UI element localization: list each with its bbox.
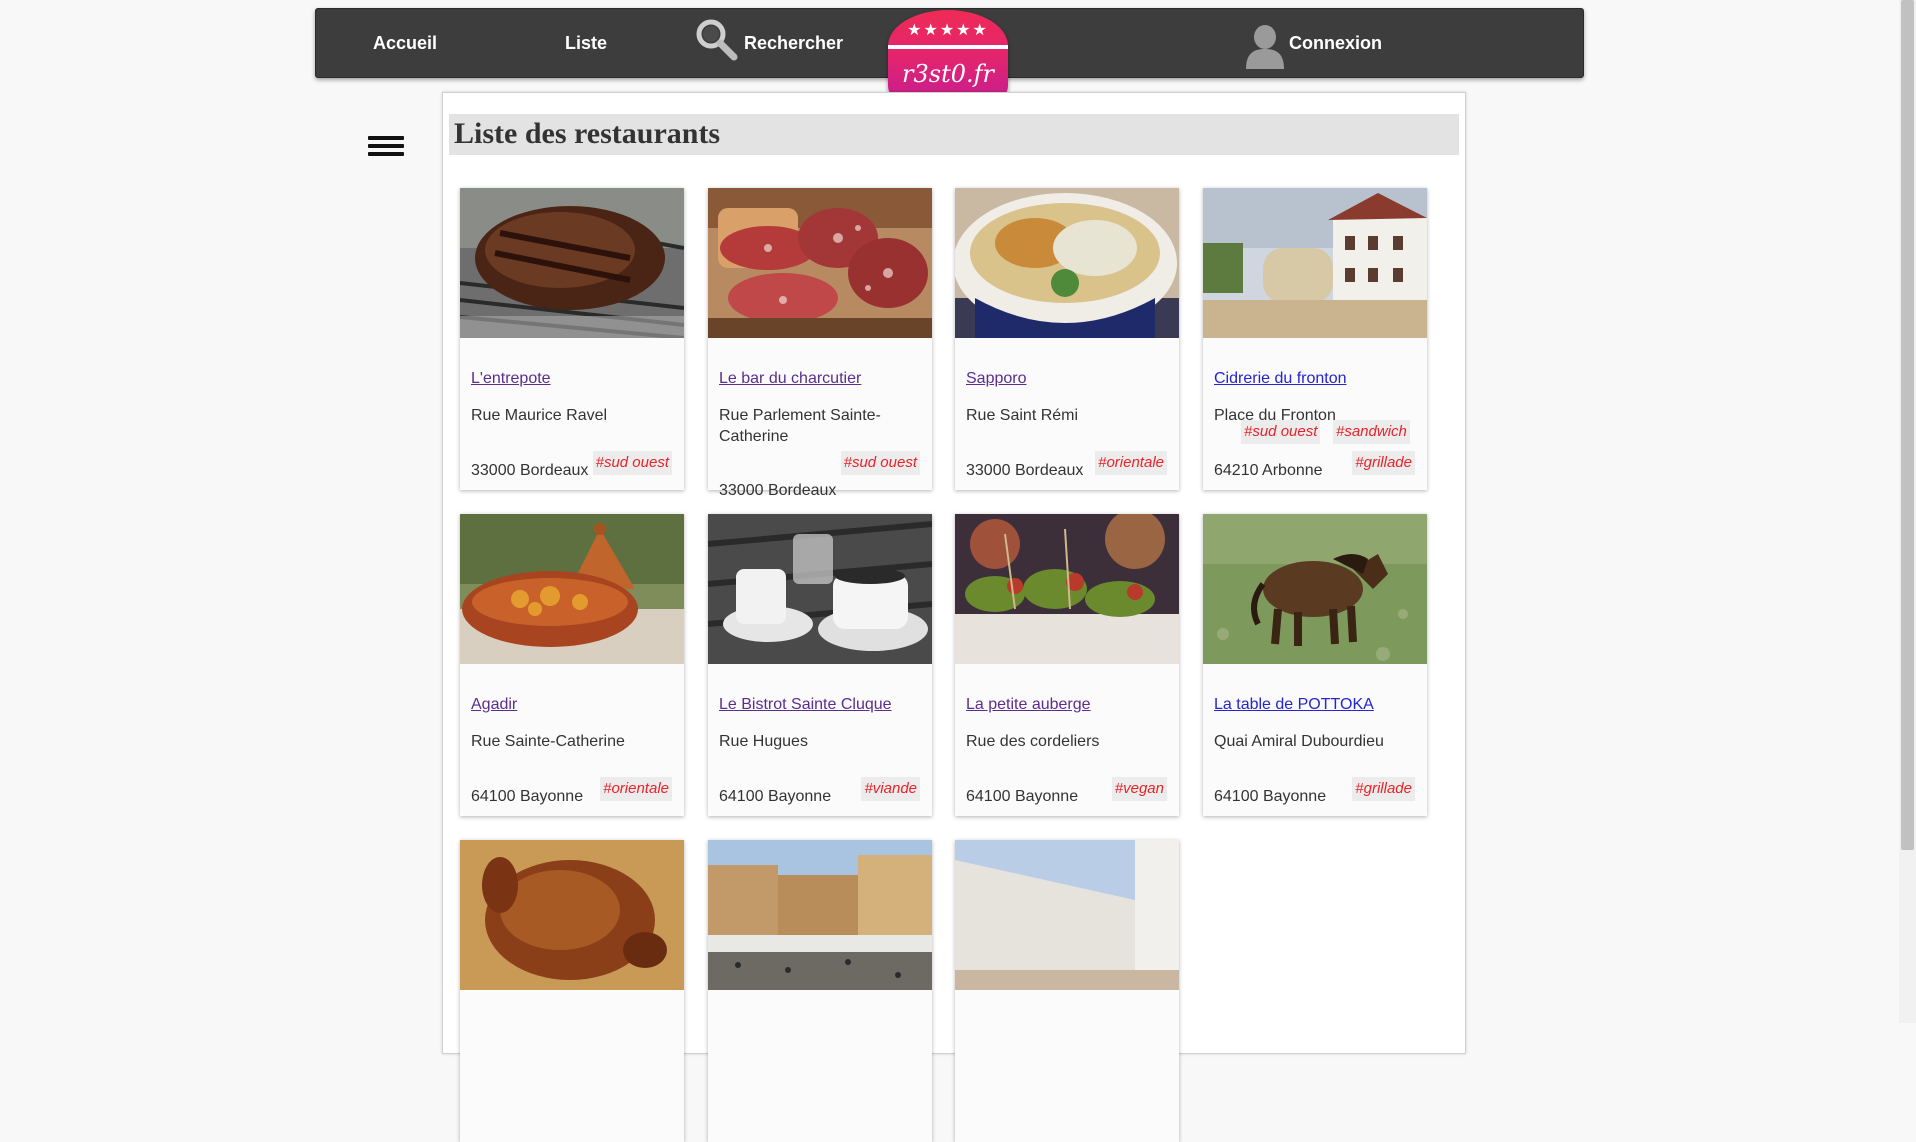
restaurant-city: 64100 Bayonne: [1214, 788, 1327, 805]
restaurant-name-link[interactable]: Le bar du charcutier: [719, 370, 861, 388]
restaurant-tag[interactable]: #orientale: [600, 777, 672, 801]
restaurant-city: 33000 Bordeaux: [719, 482, 837, 499]
restaurant-card: [708, 840, 932, 1142]
restaurant-city: 64100 Bayonne: [966, 788, 1079, 805]
restaurant-card: Cidrerie du fronton Place du Fronton #su…: [1203, 188, 1427, 490]
restaurant-photo[interactable]: [460, 514, 684, 664]
restaurant-photo[interactable]: [1203, 514, 1427, 664]
restaurant-street: Rue Hugues: [719, 733, 808, 750]
restaurant-tag[interactable]: #grillade: [1352, 451, 1415, 475]
restaurant-photo[interactable]: [1203, 188, 1427, 338]
nav-liste-link[interactable]: Liste: [565, 9, 607, 77]
restaurant-street: Rue Sainte-Catherine: [471, 733, 625, 750]
restaurant-photo[interactable]: [708, 514, 932, 664]
restaurant-tag[interactable]: #viande: [861, 777, 920, 801]
restaurant-street: Rue Maurice Ravel: [471, 407, 608, 424]
vertical-scrollbar[interactable]: [1899, 0, 1916, 1023]
logo-text: r3st0.fr: [902, 60, 994, 88]
restaurant-name-link[interactable]: Le Bistrot Sainte Cluque: [719, 696, 892, 714]
restaurant-photo[interactable]: [460, 840, 684, 990]
user-icon[interactable]: [1244, 23, 1286, 69]
nav-accueil-link[interactable]: Accueil: [373, 9, 437, 77]
restaurant-city: 33000 Bordeaux: [966, 462, 1084, 479]
restaurant-card: Sapporo Rue Saint Rémi 33000 Bordeaux #o…: [955, 188, 1179, 490]
restaurant-card: Le bar du charcutier Rue Parlement Saint…: [708, 188, 932, 499]
nav-connexion-link[interactable]: Connexion: [1289, 9, 1382, 77]
hamburger-menu-icon[interactable]: [368, 136, 404, 158]
search-icon[interactable]: [694, 17, 740, 63]
restaurant-city: 64100 Bayonne: [719, 788, 832, 805]
restaurant-tag[interactable]: #grillade: [1352, 777, 1415, 801]
restaurant-street: Rue des cordeliers: [966, 733, 1100, 750]
nav-rechercher-link[interactable]: Rechercher: [744, 9, 843, 77]
restaurant-card: La petite auberge Rue des cordeliers 641…: [955, 514, 1179, 816]
restaurant-name-link[interactable]: L'entrepote: [471, 370, 551, 388]
restaurant-name-link[interactable]: La table de POTTOKA: [1214, 696, 1374, 714]
restaurant-street: Rue Parlement Sainte-Catherine: [719, 407, 881, 445]
restaurant-photo[interactable]: [955, 840, 1179, 990]
restaurant-photo[interactable]: [708, 188, 932, 338]
restaurant-tag[interactable]: #sandwich: [1333, 420, 1410, 444]
restaurant-card: Agadir Rue Sainte-Catherine 64100 Bayonn…: [460, 514, 684, 816]
restaurant-name-link[interactable]: Sapporo: [966, 370, 1027, 388]
restaurant-name-link[interactable]: Cidrerie du fronton: [1214, 370, 1347, 388]
restaurant-name-link[interactable]: La petite auberge: [966, 696, 1091, 714]
restaurant-photo[interactable]: [460, 188, 684, 338]
restaurant-photo[interactable]: [708, 840, 932, 990]
restaurant-city: 33000 Bordeaux: [471, 462, 589, 479]
logo-band: [888, 45, 1008, 49]
restaurant-tag[interactable]: #sud ouest: [1241, 420, 1321, 444]
scrollbar-thumb[interactable]: [1901, 0, 1914, 850]
restaurant-card: [955, 840, 1179, 1142]
restaurant-city: 64210 Arbonne: [1214, 462, 1323, 479]
title-bar: Liste des restaurants: [449, 114, 1459, 155]
restaurant-name-link[interactable]: Agadir: [471, 696, 517, 714]
restaurant-photo[interactable]: [955, 188, 1179, 338]
restaurant-card: La table de POTTOKA Quai Amiral Dubourdi…: [1203, 514, 1427, 816]
restaurant-card: [460, 840, 684, 1142]
restaurant-photo[interactable]: [955, 514, 1179, 664]
main-panel: Liste des restaurants L'entrepote Rue Ma…: [442, 92, 1466, 1142]
restaurant-tag[interactable]: #sud ouest: [592, 451, 672, 475]
restaurant-card: L'entrepote Rue Maurice Ravel 33000 Bord…: [460, 188, 684, 490]
restaurant-tag[interactable]: #vegan: [1111, 777, 1167, 801]
restaurant-street: Quai Amiral Dubourdieu: [1214, 733, 1384, 750]
restaurant-city: 64100 Bayonne: [471, 788, 584, 805]
restaurant-tag[interactable]: #orientale: [1095, 451, 1167, 475]
page-title: Liste des restaurants: [454, 117, 721, 150]
site-logo[interactable]: ★★★★★ r3st0.fr: [888, 10, 1008, 100]
logo-stars: ★★★★★: [907, 22, 989, 39]
restaurant-tag[interactable]: #sud ouest: [840, 451, 920, 475]
restaurant-card: Le Bistrot Sainte Cluque Rue Hugues 6410…: [708, 514, 932, 816]
restaurant-street: Rue Saint Rémi: [966, 407, 1079, 424]
